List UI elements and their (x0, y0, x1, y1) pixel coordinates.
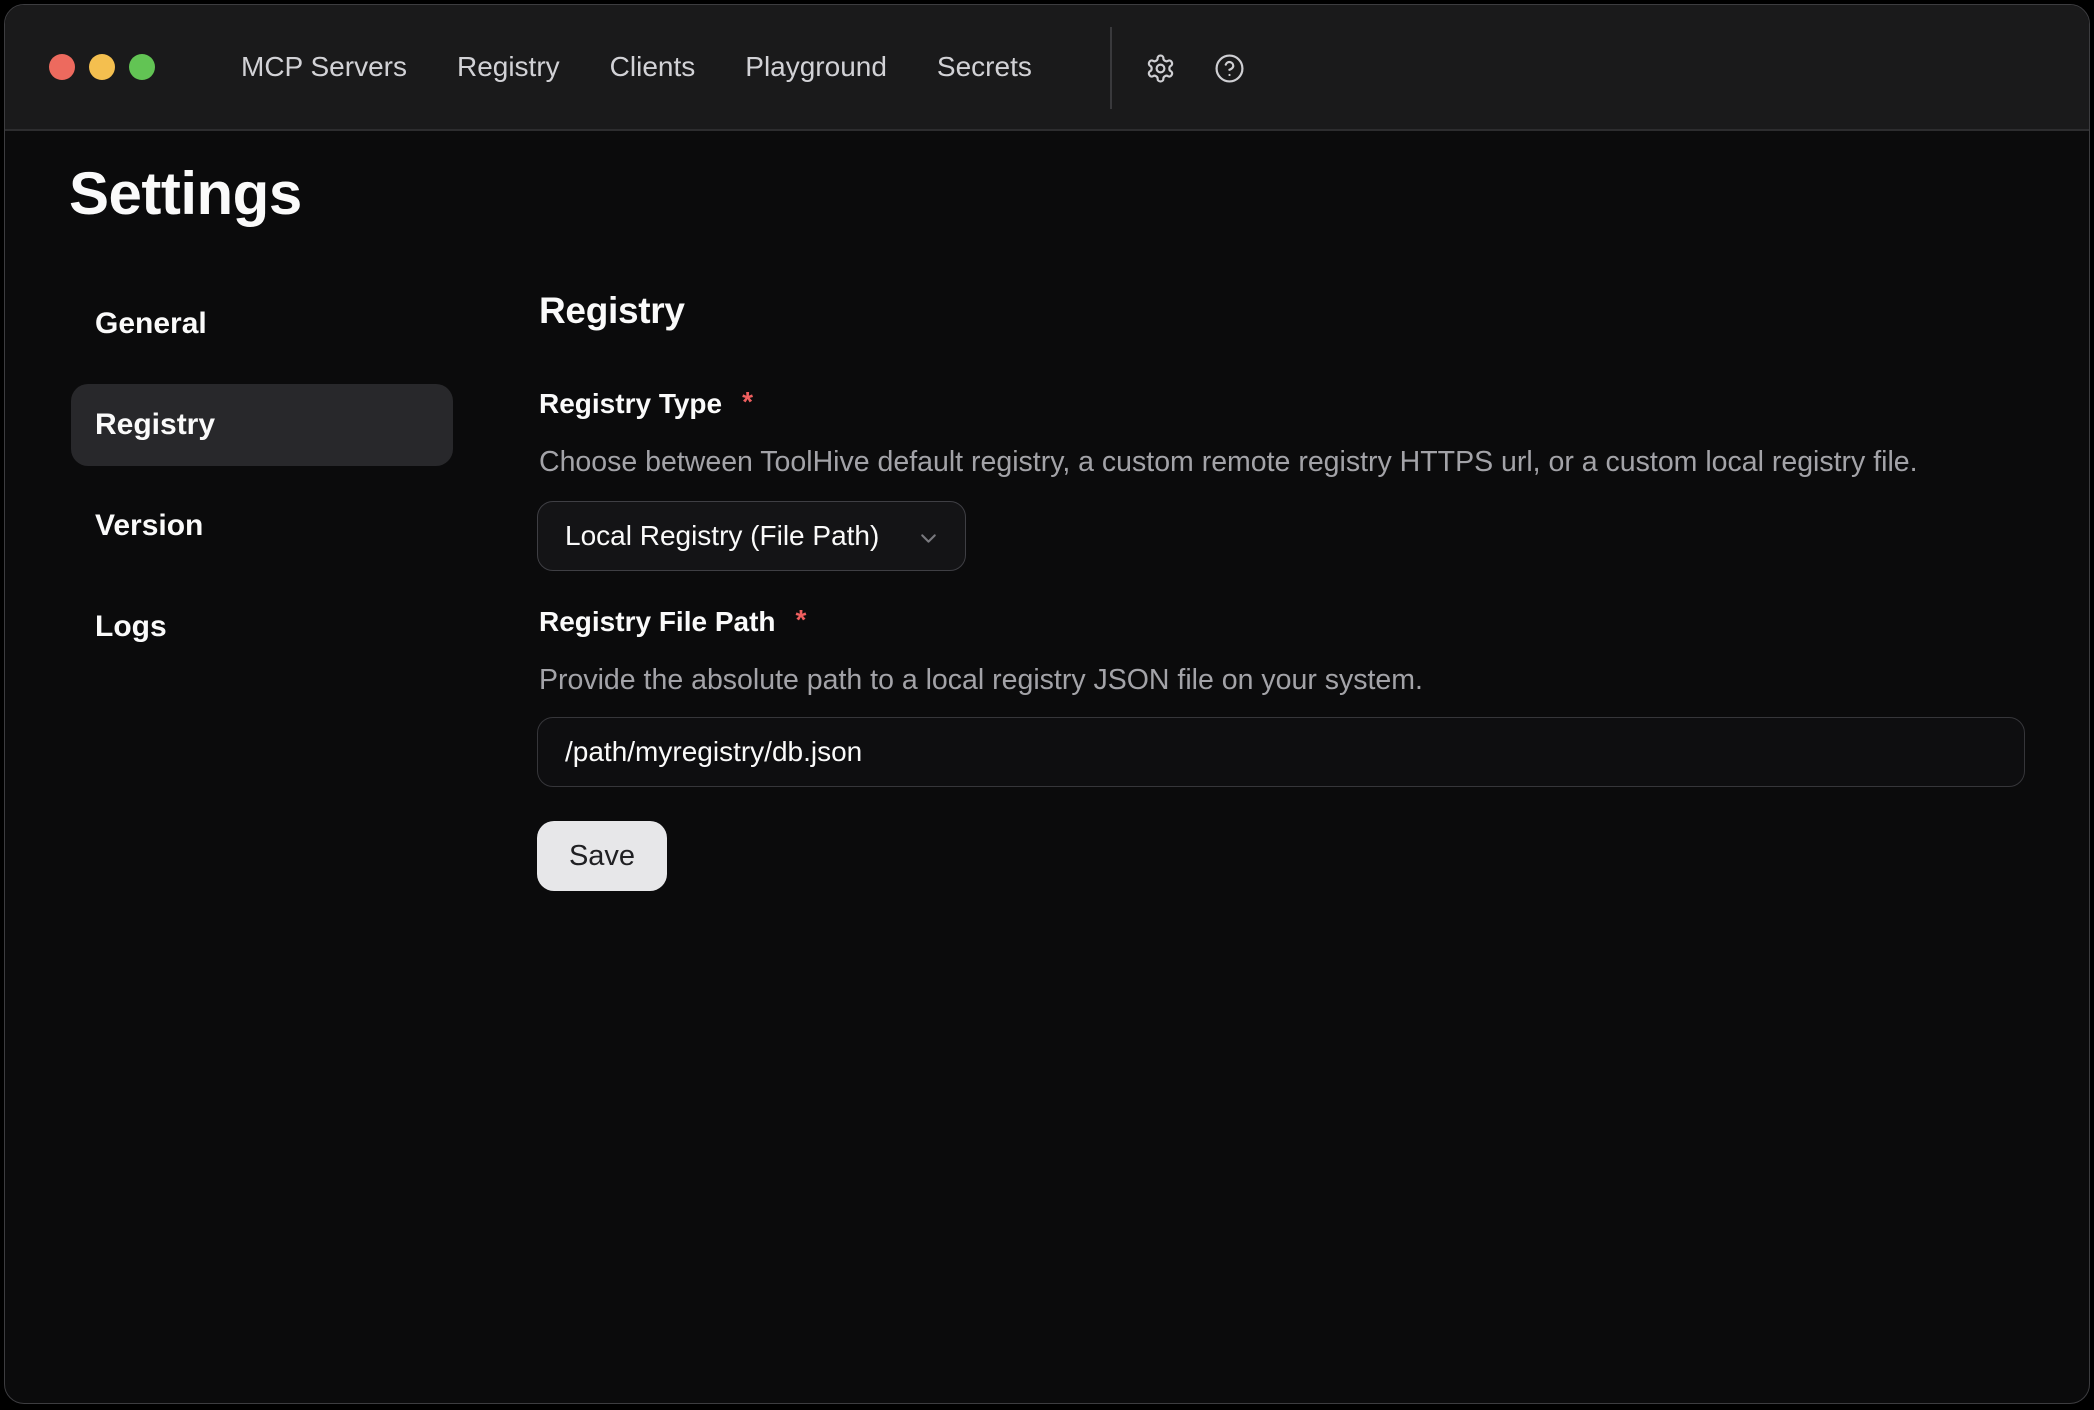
chevron-down-icon (916, 526, 941, 551)
required-asterisk: * (742, 387, 753, 417)
registry-type-select[interactable]: Local Registry (File Path) (537, 501, 966, 571)
nav-registry[interactable]: Registry (457, 50, 560, 84)
help-icon (1214, 53, 1245, 84)
settings-sidebar: General Registry Version Logs (71, 283, 453, 668)
nav-playground[interactable]: Playground (745, 50, 887, 84)
sidebar-item-version[interactable]: Version (71, 485, 453, 567)
registry-type-label-text: Registry Type (539, 387, 722, 421)
registry-file-path-input[interactable] (537, 717, 2025, 787)
close-window-button[interactable] (49, 54, 75, 80)
nav-mcp-servers[interactable]: MCP Servers (241, 50, 407, 84)
app-window: MCP Servers Registry Clients Playground … (4, 4, 2090, 1404)
settings-page: Settings General Registry Version Logs R… (5, 131, 2089, 1403)
help-button[interactable] (1207, 46, 1251, 90)
window-controls (49, 5, 155, 129)
registry-file-path-description: Provide the absolute path to a local reg… (539, 663, 1423, 697)
section-heading: Registry (539, 289, 685, 333)
settings-button[interactable] (1138, 46, 1182, 90)
registry-type-description: Choose between ToolHive default registry… (539, 445, 1918, 479)
titlebar-divider (1110, 27, 1112, 109)
zoom-window-button[interactable] (129, 54, 155, 80)
top-nav: MCP Servers Registry Clients Playground … (241, 5, 1032, 129)
registry-settings-panel: Registry Registry Type * Choose between … (535, 131, 2023, 1403)
minimize-window-button[interactable] (89, 54, 115, 80)
nav-clients[interactable]: Clients (610, 50, 696, 84)
sidebar-item-registry[interactable]: Registry (71, 384, 453, 466)
sidebar-item-general[interactable]: General (71, 283, 453, 365)
registry-file-path-label-text: Registry File Path (539, 605, 776, 639)
nav-secrets[interactable]: Secrets (937, 50, 1032, 84)
sidebar-item-logs[interactable]: Logs (71, 586, 453, 668)
registry-type-selected-option: Local Registry (File Path) (565, 520, 879, 552)
page-title: Settings (69, 159, 302, 229)
required-asterisk: * (796, 605, 807, 635)
registry-file-path-label: Registry File Path * (539, 605, 806, 639)
titlebar: MCP Servers Registry Clients Playground … (5, 5, 2089, 131)
registry-type-label: Registry Type * (539, 387, 753, 421)
save-button[interactable]: Save (537, 821, 667, 891)
gear-icon (1145, 53, 1176, 84)
